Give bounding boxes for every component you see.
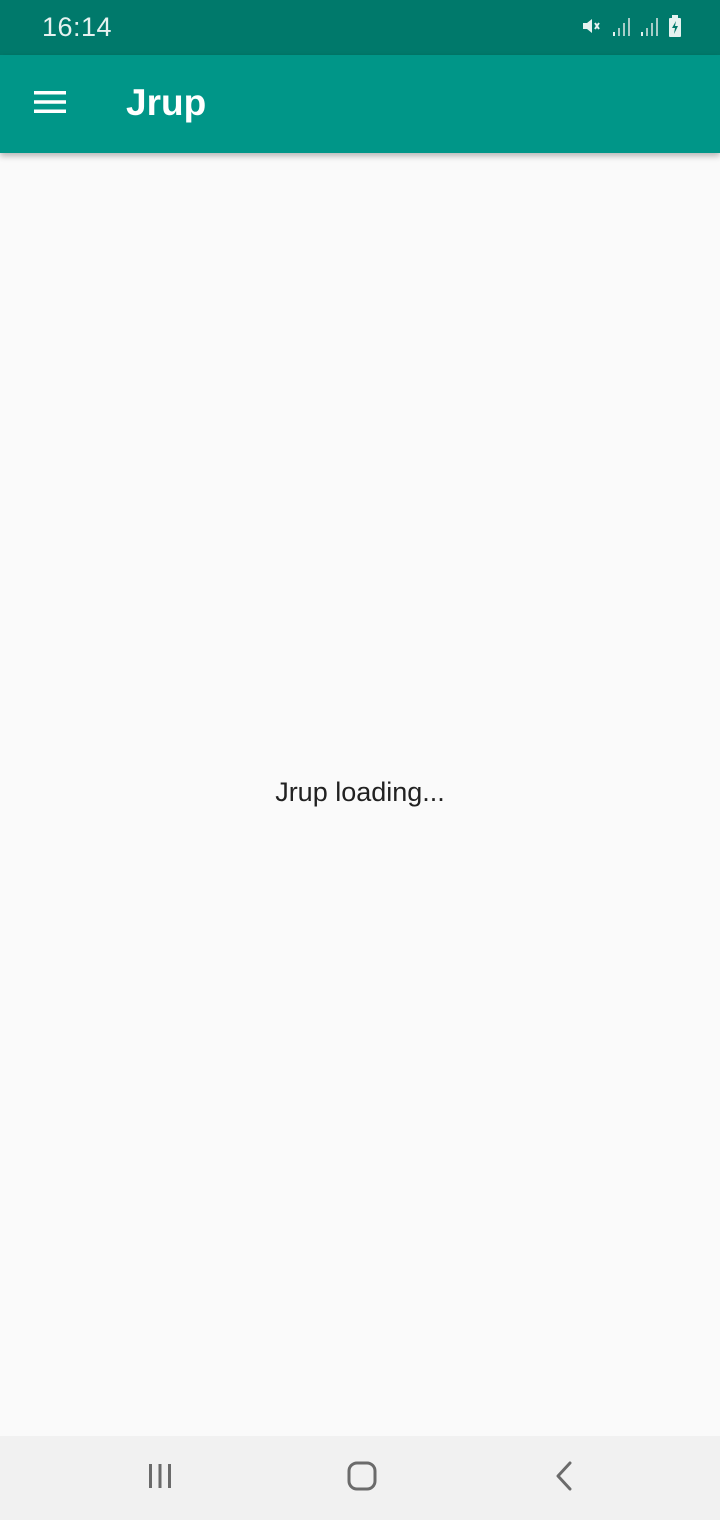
back-icon [552, 1461, 576, 1496]
navigation-bar [0, 1436, 720, 1520]
status-bar: 16:14 [0, 0, 720, 55]
home-icon [347, 1461, 377, 1496]
status-time: 16:14 [42, 12, 113, 42]
main-content: Jrup loading... [0, 153, 720, 1436]
battery-charging-icon [668, 14, 682, 42]
signal-icon [640, 15, 660, 42]
loading-text: Jrup loading... [275, 777, 445, 807]
mute-icon [580, 14, 604, 43]
recent-apps-icon [146, 1462, 174, 1495]
signal-icon [612, 15, 632, 42]
home-button[interactable] [332, 1456, 392, 1500]
back-button[interactable] [534, 1456, 594, 1500]
menu-icon [34, 90, 66, 119]
app-bar: Jrup [0, 55, 720, 153]
menu-button[interactable] [22, 80, 78, 128]
status-icons [580, 14, 682, 42]
recent-apps-button[interactable] [130, 1456, 190, 1500]
app-title: Jrup [126, 82, 207, 123]
